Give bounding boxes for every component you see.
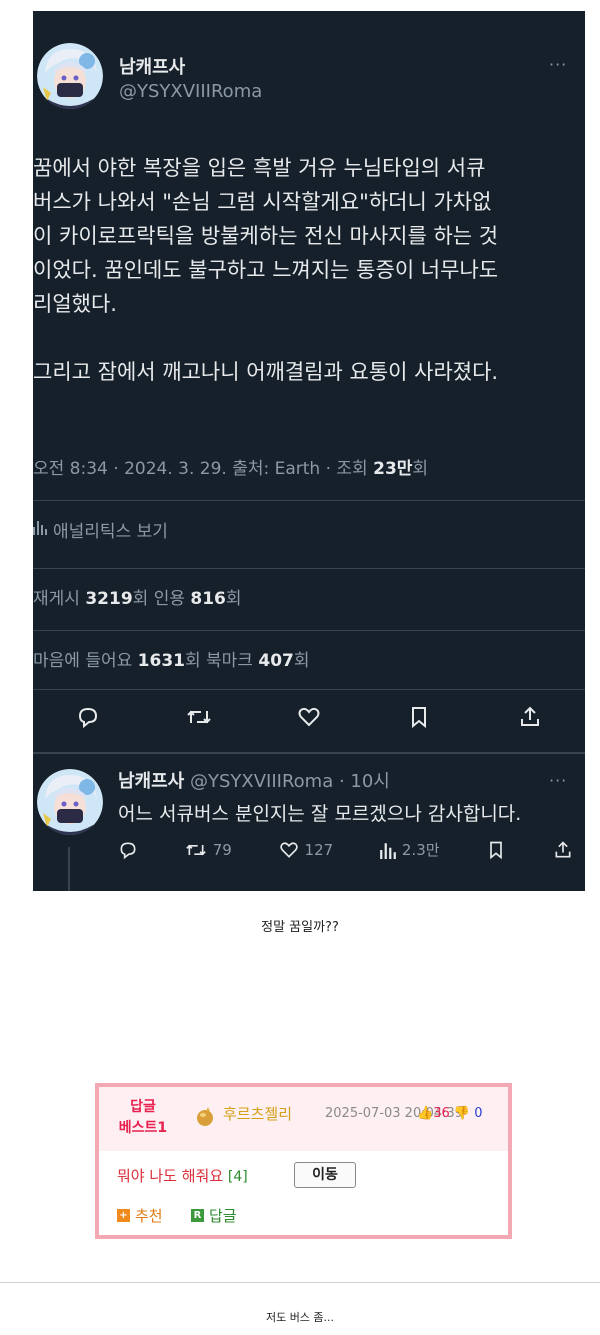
recommend-label: 추천 xyxy=(135,1207,163,1225)
downvote-button[interactable]: 👎 0 xyxy=(454,1106,483,1121)
tweet-paragraph-2: 그리고 잠에서 깨고나니 어깨결림과 요통이 사라졌다. xyxy=(33,360,499,384)
bookmarks-count: 407 xyxy=(258,651,294,671)
best-label-line1: 답글 xyxy=(130,1099,156,1115)
reply-author-handle[interactable]: @YSYXVIIIRoma · 10시 xyxy=(184,771,390,792)
reply-header: 남캐프사 @YSYXVIIIRoma · 10시 xyxy=(118,767,390,793)
repost-stats[interactable]: 재게시 3219회 인용 816회 xyxy=(33,584,242,609)
reply-retweet-count: 79 xyxy=(212,840,232,859)
likes-label: 마음에 들어요 xyxy=(33,651,138,671)
recommend-button[interactable]: + 추천 xyxy=(117,1205,163,1226)
upvote-count: 36 xyxy=(433,1106,450,1121)
divider xyxy=(33,752,585,754)
reply-more-options-icon[interactable]: ··· xyxy=(549,771,567,790)
quotes-count: 816 xyxy=(190,589,226,609)
best-reply-header: 답글 베스트1 후르츠젤리 2025-07-03 20:04:39 👍36 👎 … xyxy=(99,1087,508,1151)
reply-author-avatar[interactable] xyxy=(37,769,103,835)
likes-count: 1631 xyxy=(137,651,185,671)
analytics-icon xyxy=(380,842,396,859)
level-icon xyxy=(195,1105,215,1127)
tweet-screenshot: 남캐프사 @YSYXVIIIRoma ··· 꿈에서 야한 복장을 입은 흑발 … xyxy=(33,11,585,891)
reply-views-count: 2.3만 xyxy=(401,841,440,859)
reply-label: 답글 xyxy=(209,1207,237,1225)
like-stats[interactable]: 마음에 들어요 1631회 북마크 407회 xyxy=(33,646,310,671)
divider xyxy=(33,630,585,631)
retweet-icon xyxy=(185,844,206,855)
upvote-button[interactable]: 👍36 xyxy=(417,1106,450,1121)
post-caption: 정말 꿈일까?? xyxy=(261,920,339,935)
analytics-icon xyxy=(33,519,47,540)
more-options-icon[interactable]: ··· xyxy=(549,55,567,74)
reply-actions: 79 127 2.3만 xyxy=(118,839,573,860)
author-handle[interactable]: @YSYXVIIIRoma xyxy=(119,81,262,102)
reply-icon[interactable] xyxy=(75,704,101,730)
reply-author-name[interactable]: 남캐프사 xyxy=(118,771,184,792)
section-divider xyxy=(0,1282,600,1283)
best-reply-comment[interactable]: 뭐야 나도 해줘요 [4] xyxy=(117,1165,248,1186)
retweet-icon[interactable] xyxy=(186,704,212,730)
best-reply-badge: 답글 베스트1 xyxy=(113,1097,173,1139)
bookmark-icon xyxy=(490,841,503,859)
best-reply-text: 뭐야 나도 해줘요 xyxy=(117,1167,224,1185)
reply-text: 어느 서큐버스 분인지는 잘 모르겠으나 감사합니다. xyxy=(118,803,522,825)
bookmarks-label: 회 북마크 xyxy=(184,651,259,671)
thread-line xyxy=(68,847,70,891)
reply-badge-icon: R xyxy=(191,1209,204,1222)
next-post-caption: 저도 버스 좀... xyxy=(265,1311,335,1324)
bookmarks-unit: 회 xyxy=(293,651,310,671)
bookmark-icon[interactable] xyxy=(406,704,432,730)
best-reply-count: [4] xyxy=(227,1169,248,1185)
reply-icon xyxy=(120,841,136,859)
reposts-count: 3219 xyxy=(85,589,133,609)
reply-reply-button[interactable] xyxy=(118,840,138,860)
quotes-unit: 회 xyxy=(225,589,242,609)
meta-views-count: 23만 xyxy=(373,459,413,479)
author-avatar[interactable] xyxy=(37,43,103,109)
reply-views-button[interactable]: 2.3만 xyxy=(380,839,440,860)
reposts-label: 재게시 xyxy=(33,589,86,609)
divider xyxy=(33,500,585,501)
reply-like-count: 127 xyxy=(304,840,334,859)
tweet-paragraph-1: 꿈에서 야한 복장을 입은 흑발 거유 누님타입의 서큐 버스가 나와서 "손님… xyxy=(33,156,499,316)
best-reply-votes: 👍36 👎 0 xyxy=(417,1106,482,1121)
tweet-body: 꿈에서 야한 복장을 입은 흑발 거유 누님타입의 서큐 버스가 나와서 "손님… xyxy=(33,151,578,389)
analytics-label: 애널리틱스 보기 xyxy=(53,522,168,542)
downvote-count: 0 xyxy=(474,1106,483,1121)
best-reply-box: 답글 베스트1 후르츠젤리 2025-07-03 20:04:39 👍36 👎 … xyxy=(95,1083,512,1239)
quotes-label: 회 인용 xyxy=(132,589,191,609)
reply-bookmark-button[interactable] xyxy=(486,840,506,860)
thumbs-up-icon: 👍 xyxy=(417,1106,434,1121)
reply-share-button[interactable] xyxy=(553,840,573,860)
share-icon xyxy=(555,840,571,857)
analytics-link[interactable]: 애널리틱스 보기 xyxy=(33,517,168,542)
move-button[interactable]: 이동 xyxy=(294,1162,356,1188)
like-heart-icon[interactable] xyxy=(296,704,322,730)
meta-time-source: 오전 8:34 · 2024. 3. 29. 출처: Earth · 조회 xyxy=(33,459,374,479)
reply-button[interactable]: R 답글 xyxy=(191,1205,237,1226)
share-icon[interactable] xyxy=(517,704,543,730)
plus-icon: + xyxy=(117,1209,130,1222)
reply-like-button[interactable]: 127 xyxy=(279,840,334,860)
thumbs-down-icon: 👎 xyxy=(453,1106,471,1121)
meta-views-unit: 회 xyxy=(412,459,429,479)
divider xyxy=(33,568,585,569)
like-heart-icon xyxy=(279,841,298,858)
author-name[interactable]: 남캐프사 xyxy=(119,53,185,79)
best-reply-author[interactable]: 후르츠젤리 xyxy=(223,1103,292,1124)
reply-retweet-button[interactable]: 79 xyxy=(185,840,232,860)
tweet-meta: 오전 8:34 · 2024. 3. 29. 출처: Earth · 조회 23… xyxy=(33,454,428,479)
divider xyxy=(33,689,585,690)
best-label-line2: 베스트1 xyxy=(118,1120,168,1136)
tweet-actions xyxy=(33,704,585,730)
